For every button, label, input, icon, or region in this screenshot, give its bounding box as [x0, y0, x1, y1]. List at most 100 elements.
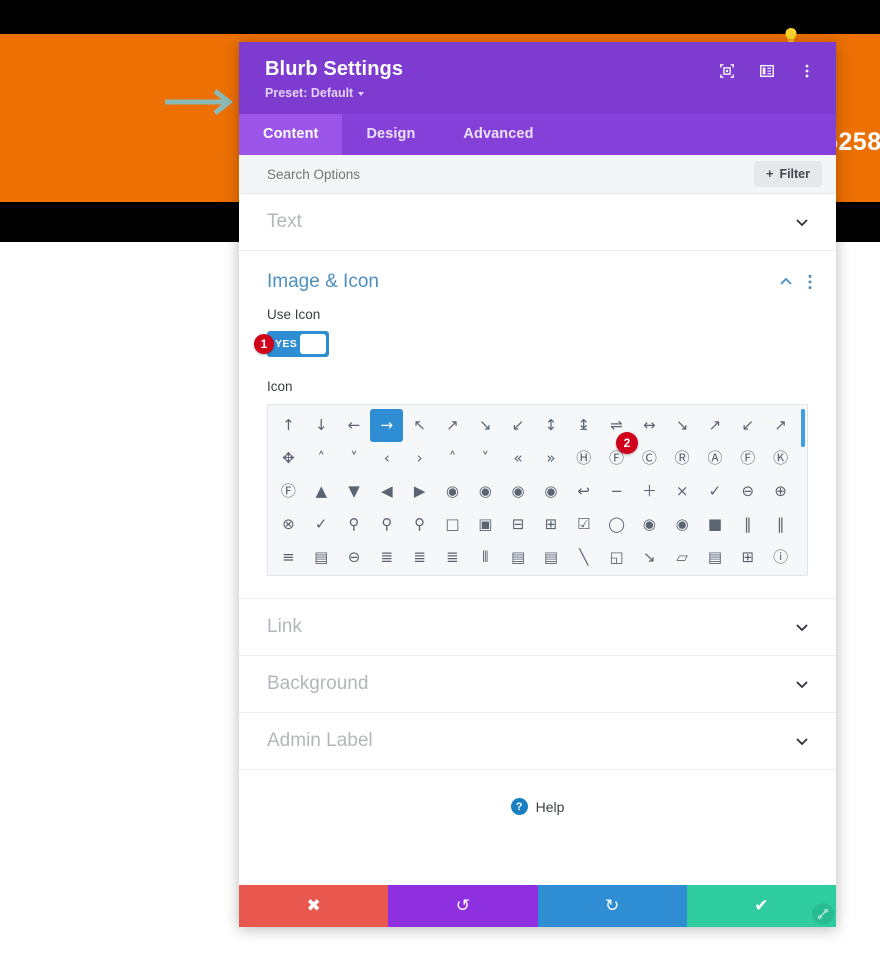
- icon-option-0[interactable]: ↑: [272, 409, 305, 442]
- icon-option-24[interactable]: »: [535, 442, 568, 475]
- focus-target-icon[interactable]: [718, 62, 736, 80]
- icon-option-68[interactable]: ≣: [403, 541, 436, 574]
- icon-option-27[interactable]: Ⓒ: [633, 442, 666, 475]
- icon-option-47[interactable]: ⊕: [764, 475, 797, 508]
- icon-option-55[interactable]: ⊟: [502, 508, 535, 541]
- tab-design[interactable]: Design: [342, 114, 439, 155]
- icon-option-36[interactable]: ▶: [403, 475, 436, 508]
- icon-option-21[interactable]: ˄: [436, 442, 469, 475]
- section-image-icon-header[interactable]: Image & Icon: [239, 251, 836, 307]
- icon-picker[interactable]: ↑ ↓ ← → ↖ ↗ ↘ ↙ ↕ ↨ ⇌ ↔ ↘ ↗ ↙ ↗ ✥ ˄ ˅ ‹ › ˄ ˅ «» Ⓗ Ⓕ Ⓒ Ⓡ Ⓐ Ⓕ Ⓚ Ⓕ ▲ ▼ ◀ ▶ ◉ ◉ ◉…: [267, 404, 808, 576]
- icon-option-17[interactable]: ˄: [305, 442, 338, 475]
- icon-option-6[interactable]: ↘: [469, 409, 502, 442]
- help-link[interactable]: ? Help: [239, 770, 836, 815]
- icon-option-35[interactable]: ◀: [370, 475, 403, 508]
- icon-option-16[interactable]: ✥: [272, 442, 305, 475]
- icon-option-3[interactable]: →: [370, 409, 404, 442]
- icon-option-49[interactable]: ✓: [305, 508, 338, 541]
- icon-option-33[interactable]: ▲: [305, 475, 338, 508]
- icon-option-37[interactable]: ◉: [436, 475, 469, 508]
- icon-option-32[interactable]: Ⓕ: [272, 475, 305, 508]
- icon-option-11[interactable]: ↔: [633, 409, 666, 442]
- icon-option-63[interactable]: ‖: [764, 508, 797, 541]
- icon-option-62[interactable]: ‖: [731, 508, 764, 541]
- icon-option-28[interactable]: Ⓡ: [666, 442, 699, 475]
- icon-option-18[interactable]: ˅: [338, 442, 371, 475]
- icon-option-77[interactable]: ▤: [699, 541, 732, 574]
- icon-option-56[interactable]: ⊞: [535, 508, 568, 541]
- icon-option-79[interactable]: ⓘ: [764, 541, 797, 574]
- icon-option-22[interactable]: ˅: [469, 442, 502, 475]
- icon-option-38[interactable]: ◉: [469, 475, 502, 508]
- section-admin-label[interactable]: Admin Label: [239, 713, 836, 770]
- icon-option-1[interactable]: ↓: [305, 409, 338, 442]
- more-vertical-icon[interactable]: [798, 62, 816, 80]
- tab-advanced[interactable]: Advanced: [439, 114, 557, 155]
- search-input[interactable]: [267, 166, 647, 182]
- icon-option-72[interactable]: ▤: [535, 541, 568, 574]
- redo-button[interactable]: ↻: [537, 885, 687, 927]
- icon-option-40[interactable]: ◉: [535, 475, 568, 508]
- icon-option-58[interactable]: ◯: [600, 508, 633, 541]
- icon-option-71[interactable]: ▤: [502, 541, 535, 574]
- preset-selector[interactable]: Preset: Default: [265, 86, 365, 100]
- icon-option-30[interactable]: Ⓕ: [731, 442, 764, 475]
- icon-option-4[interactable]: ↖: [403, 409, 436, 442]
- icon-option-34[interactable]: ▼: [338, 475, 371, 508]
- icon-option-64[interactable]: ≡: [272, 541, 305, 574]
- icon-option-57[interactable]: ☑: [567, 508, 600, 541]
- icon-option-76[interactable]: ▱: [666, 541, 699, 574]
- icon-option-60[interactable]: ◉: [666, 508, 699, 541]
- icon-option-15[interactable]: ↗: [764, 409, 797, 442]
- icon-option-45[interactable]: ✓: [699, 475, 732, 508]
- icon-option-44[interactable]: ×: [666, 475, 699, 508]
- use-icon-toggle[interactable]: YES: [267, 331, 329, 357]
- icon-option-2[interactable]: ←: [338, 409, 371, 442]
- icon-option-70[interactable]: ⦀: [469, 541, 502, 574]
- tab-content[interactable]: Content: [239, 114, 343, 155]
- icon-option-13[interactable]: ↗: [699, 409, 732, 442]
- icon-option-39[interactable]: ◉: [502, 475, 535, 508]
- icon-option-31[interactable]: Ⓚ: [764, 442, 797, 475]
- icon-option-67[interactable]: ≣: [370, 541, 403, 574]
- icon-option-20[interactable]: ›: [403, 442, 436, 475]
- layout-panel-icon[interactable]: [758, 62, 776, 80]
- icon-option-46[interactable]: ⊖: [731, 475, 764, 508]
- icon-option-69[interactable]: ≣: [436, 541, 469, 574]
- icon-option-65[interactable]: ▤: [305, 541, 338, 574]
- icon-option-29[interactable]: Ⓐ: [699, 442, 732, 475]
- icon-grid-scrollbar[interactable]: [801, 409, 805, 447]
- icon-option-78[interactable]: ⊞: [731, 541, 764, 574]
- section-background[interactable]: Background: [239, 656, 836, 713]
- icon-option-50[interactable]: ⚲: [338, 508, 371, 541]
- icon-option-59[interactable]: ◉: [633, 508, 666, 541]
- icon-option-41[interactable]: ↩: [567, 475, 600, 508]
- resize-handle-icon[interactable]: [812, 903, 834, 925]
- section-text[interactable]: Text: [239, 194, 836, 251]
- icon-option-25[interactable]: Ⓗ: [567, 442, 600, 475]
- icon-option-48[interactable]: ⊗: [272, 508, 305, 541]
- icon-option-54[interactable]: ▣: [469, 508, 502, 541]
- icon-option-53[interactable]: □: [436, 508, 469, 541]
- undo-button[interactable]: ↺: [388, 885, 538, 927]
- icon-option-7[interactable]: ↙: [502, 409, 535, 442]
- filter-button[interactable]: + Filter: [754, 161, 822, 187]
- icon-option-23[interactable]: «: [502, 442, 535, 475]
- icon-option-9[interactable]: ↨: [567, 409, 600, 442]
- icon-option-51[interactable]: ⚲: [370, 508, 403, 541]
- icon-option-52[interactable]: ⚲: [403, 508, 436, 541]
- icon-option-19[interactable]: ‹: [370, 442, 403, 475]
- icon-option-14[interactable]: ↙: [731, 409, 764, 442]
- icon-option-5[interactable]: ↗: [436, 409, 469, 442]
- icon-option-43[interactable]: ＋: [633, 475, 666, 508]
- icon-option-8[interactable]: ↕: [535, 409, 568, 442]
- icon-option-61[interactable]: ■: [699, 508, 732, 541]
- icon-option-12[interactable]: ↘: [666, 409, 699, 442]
- icon-option-75[interactable]: ↘: [633, 541, 666, 574]
- icon-option-74[interactable]: ◱: [600, 541, 633, 574]
- cancel-button[interactable]: ✖: [239, 885, 389, 927]
- more-vertical-icon[interactable]: [808, 274, 812, 290]
- icon-option-73[interactable]: ╲: [567, 541, 600, 574]
- icon-option-42[interactable]: −: [600, 475, 633, 508]
- section-link[interactable]: Link: [239, 599, 836, 656]
